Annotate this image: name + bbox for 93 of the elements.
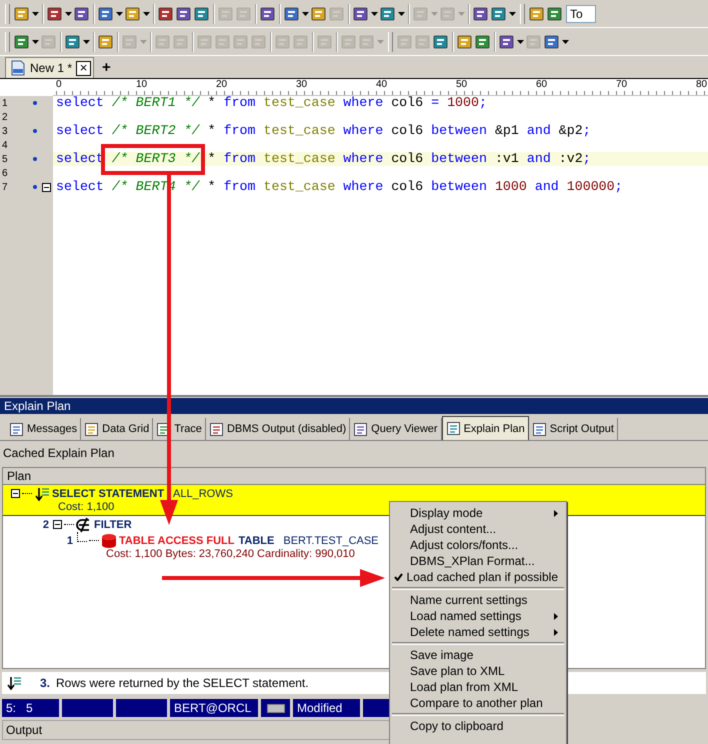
toolbar-grip[interactable] (388, 32, 393, 52)
ruler-number: 30 (296, 79, 308, 90)
dropdown-caret-icon[interactable] (65, 12, 72, 16)
plan-details: Cost: 1,100 (58, 501, 114, 515)
line-number: 4 (1, 140, 9, 150)
document-tab[interactable]: New 1 * × (5, 57, 94, 78)
step-number: 1 (66, 534, 73, 546)
plan-operation[interactable]: SELECT STATEMENT ALL_ROWS (52, 488, 233, 500)
document-icon (9, 422, 24, 436)
column-header: Plan (3, 468, 705, 485)
new-tab-button[interactable]: + (100, 59, 113, 76)
select-statement-icon (34, 486, 50, 502)
menu-item[interactable]: Save image (390, 647, 566, 663)
code-line: select /* BERT2 */ * from test_case where col6 between &p1 and &p2; (55, 124, 591, 138)
select-statement-icon (6, 675, 22, 691)
dropdown-caret-icon[interactable] (509, 12, 516, 16)
menu-item[interactable]: DBMS_XPlan Format... (390, 553, 566, 569)
filter-icon (76, 516, 92, 532)
status-cell: BERT@ORCL (170, 699, 258, 717)
panel-tab[interactable]: Explain Plan (442, 416, 529, 440)
menu-item[interactable]: Adjust content... (390, 521, 566, 537)
indicator-icon (267, 704, 285, 712)
plan-operation[interactable]: FILTER (94, 518, 132, 530)
panel-tab[interactable]: Messages (6, 418, 82, 440)
document-icon (446, 421, 461, 436)
menu-item[interactable]: Copy to clipboard (390, 718, 566, 734)
dropdown-caret-icon[interactable] (302, 12, 309, 16)
toolbar-grip[interactable] (5, 4, 10, 24)
line-number: 7 (1, 182, 9, 192)
panel-title: Explain Plan (0, 398, 708, 414)
panel-caption: Cached Explain Plan (2, 445, 116, 462)
plan-details: Cost: 1,100 Bytes: 23,760,240 Cardinality: 990,010 (106, 548, 355, 562)
panel-tab[interactable]: Trace (153, 418, 206, 440)
dropdown-caret-icon[interactable] (143, 12, 150, 16)
table-icon (101, 532, 117, 548)
toolbar-grip[interactable] (520, 4, 525, 24)
menu-item[interactable]: Save plan to XML (390, 663, 566, 679)
document-icon (353, 422, 368, 436)
status-cell (363, 699, 391, 717)
panel-tab[interactable]: Query Viewer (350, 418, 442, 440)
ruler-number: 20 (216, 79, 228, 90)
dropdown-caret-icon[interactable] (398, 12, 405, 16)
status-cell (62, 699, 113, 717)
search-field[interactable]: To (566, 4, 596, 22)
status-cell: Modified (293, 699, 360, 717)
dropdown-caret-icon[interactable] (83, 40, 90, 44)
document-icon (84, 422, 100, 436)
line-number: 3 (1, 126, 9, 136)
line-number: 6 (1, 168, 9, 178)
sql-file-icon (10, 60, 26, 76)
dropdown-caret-icon[interactable] (32, 12, 39, 16)
menu-item[interactable]: Adjust colors/fonts... (390, 537, 566, 553)
panel-tab[interactable]: Data Grid (81, 418, 154, 440)
ruler-number: 0 (56, 79, 62, 90)
menu-item[interactable]: Name current settings (390, 592, 566, 608)
ruler-number: 60 (536, 79, 548, 90)
menu-item[interactable]: Delete named settings (390, 624, 566, 640)
status-cell (116, 699, 167, 717)
line-number: 5 (1, 154, 9, 164)
line-number: 2 (1, 112, 9, 122)
menu-item[interactable]: Load named settings (390, 608, 566, 624)
menu-item[interactable]: Load cached plan if possible (390, 569, 566, 585)
ruler-number: 10 (136, 79, 148, 90)
step-number: 2 (42, 518, 49, 530)
close-tab-button[interactable]: × (76, 60, 92, 76)
dropdown-caret-icon[interactable] (371, 12, 378, 16)
dropdown-caret-icon[interactable] (517, 40, 524, 44)
ruler-number: 80 (696, 79, 708, 90)
menu-item[interactable]: Load plan from XML (390, 679, 566, 695)
ruler-number: 50 (456, 79, 468, 90)
code-line: select /* BERT1 */ * from test_case where col6 = 1000; (55, 96, 487, 110)
ruler-number: 70 (616, 79, 628, 90)
collapse-icon[interactable] (53, 520, 62, 529)
message-text: Rows were returned by the SELECT statement. (56, 676, 309, 690)
document-icon (532, 422, 547, 436)
collapse-icon[interactable] (42, 182, 52, 192)
panel-tab[interactable]: DBMS Output (disabled) (206, 418, 350, 440)
output-panel-title: Output (2, 720, 390, 740)
ruler-number: 40 (376, 79, 388, 90)
dropdown-caret-icon[interactable] (32, 40, 39, 44)
panel-tab[interactable]: Script Output (528, 418, 618, 440)
plan-operation[interactable]: TABLE ACCESS FULL TABLE BERT.TEST_CASE (119, 534, 379, 546)
collapse-icon[interactable] (11, 489, 20, 498)
menu-item[interactable]: Compare to another plan (390, 695, 566, 711)
line-number: 1 (1, 98, 9, 108)
message-number: 3. (40, 676, 50, 690)
dropdown-caret-icon[interactable] (562, 40, 569, 44)
menu-item[interactable]: Display mode (390, 505, 566, 521)
document-icon (208, 422, 224, 436)
dropdown-caret-icon[interactable] (116, 12, 123, 16)
toolbar-grip[interactable] (5, 32, 10, 52)
code-line: select /* BERT3 */ * from test_case where col6 between :v1 and :v2; (55, 152, 591, 166)
status-cell: 5: 5 (2, 699, 59, 717)
